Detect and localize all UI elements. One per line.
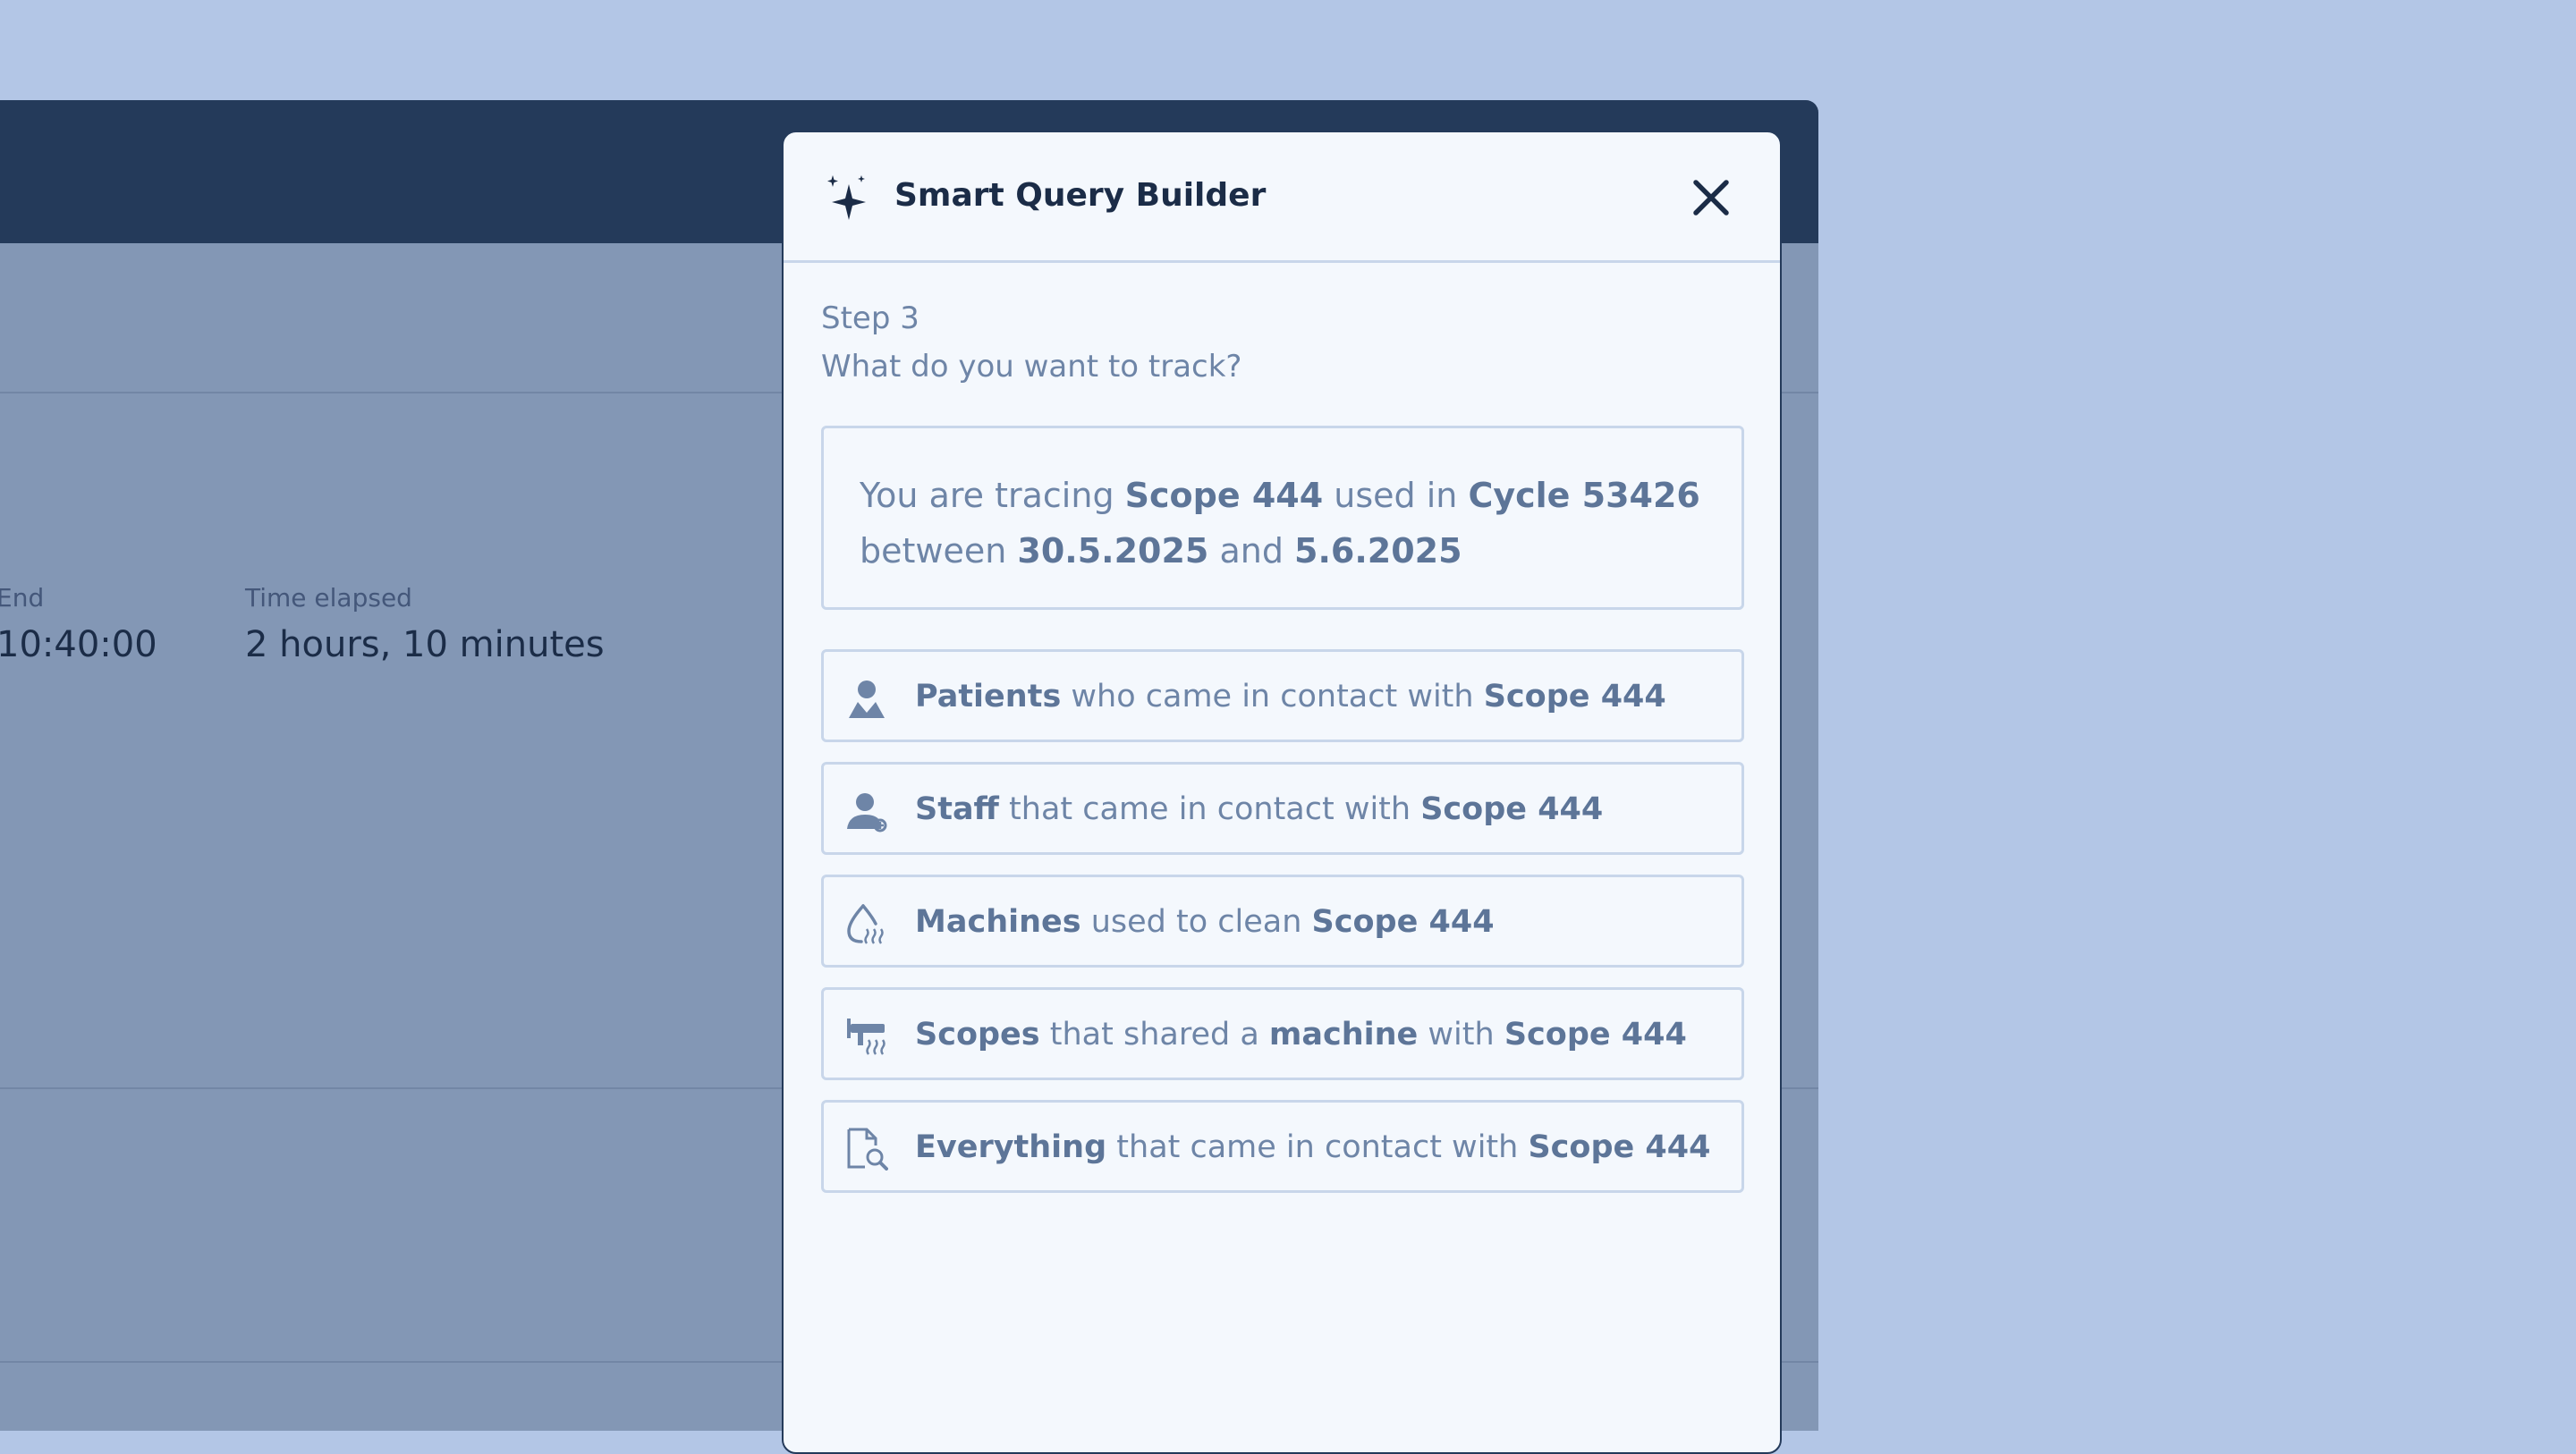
sparkle-icon [827, 175, 866, 220]
summary-text: and [1208, 531, 1295, 571]
summary-date-to: 5.6.2025 [1294, 531, 1462, 571]
option-everything[interactable]: Everything that came in contact with Sco… [821, 1100, 1744, 1193]
end-value: 10:40:00 [0, 624, 157, 665]
step-label: Step 3 [821, 300, 919, 336]
modal-title: Smart Query Builder [894, 177, 1267, 214]
option-label: Patients who came in contact with Scope … [915, 679, 1666, 714]
smart-query-builder-modal: Smart Query Builder Step 3 What do you w… [782, 131, 1782, 1454]
summary-text: between [860, 531, 1018, 571]
option-staff[interactable]: Staff that came in contact with Scope 44… [821, 762, 1744, 855]
option-label: Everything that came in contact with Sco… [915, 1129, 1711, 1165]
tracing-summary: You are tracing Scope 444 used in Cycle … [821, 426, 1744, 610]
machine-icon [847, 904, 884, 944]
step-question: What do you want to track? [821, 349, 1242, 385]
scopes-icon [847, 1019, 886, 1055]
close-icon[interactable] [1689, 175, 1733, 220]
option-machines[interactable]: Machines used to clean Scope 444 [821, 875, 1744, 968]
option-label: Scopes that shared a machine with Scope … [915, 1017, 1687, 1052]
summary-text: You are tracing [860, 476, 1125, 515]
patient-icon [849, 681, 885, 718]
option-patients[interactable]: Patients who came in contact with Scope … [821, 649, 1744, 742]
option-label: Staff that came in contact with Scope 44… [915, 791, 1604, 827]
staff-icon [847, 793, 887, 833]
end-label: End [0, 583, 45, 613]
summary-scope: Scope 444 [1124, 476, 1324, 515]
document-search-icon [847, 1128, 888, 1171]
modal-header: Smart Query Builder [784, 132, 1780, 263]
summary-text: used in [1323, 476, 1469, 515]
time-elapsed-value: 2 hours, 10 minutes [245, 624, 605, 665]
time-elapsed-label: Time elapsed [245, 583, 412, 613]
option-label: Machines used to clean Scope 444 [915, 904, 1495, 940]
option-scopes[interactable]: Scopes that shared a machine with Scope … [821, 987, 1744, 1080]
summary-cycle: Cycle 53426 [1468, 476, 1700, 515]
summary-date-from: 30.5.2025 [1017, 531, 1209, 571]
